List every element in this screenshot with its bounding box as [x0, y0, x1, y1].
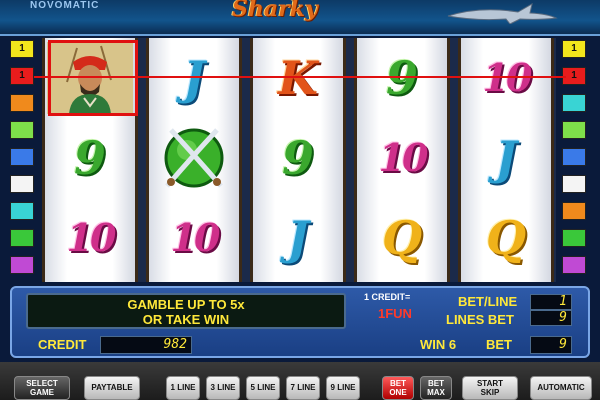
payline-indicator-left-6 [10, 175, 34, 193]
automatic-button[interactable]: AUTOMATIC [530, 376, 592, 400]
select-game-button[interactable]: SELECT GAME [14, 376, 70, 400]
skip-label: SKIP [480, 388, 500, 397]
symbol-glyph: 10 [482, 55, 533, 100]
symbol-9: 9 [357, 40, 447, 116]
payline-indicator-right-1: 1 [562, 40, 586, 58]
payline-indicator-left-3 [10, 94, 34, 112]
paytable-button[interactable]: PAYTABLE [84, 376, 140, 400]
line-7-button[interactable]: 7 LINE [286, 376, 320, 400]
symbol-glyph: 10 [378, 135, 429, 180]
credit-value: 982 [100, 336, 192, 354]
payline-indicator-left-9 [10, 256, 34, 274]
start-label: START [476, 379, 504, 388]
bet-value: 9 [530, 336, 572, 354]
symbol-j: J [253, 200, 343, 276]
credit-rate: 1 CREDIT= [364, 292, 411, 302]
info-panel: GAMBLE UP TO 5x OR TAKE WIN 1 CREDIT= 1F… [10, 286, 590, 358]
shark-icon [447, 3, 558, 24]
denomination: 1FUN [378, 306, 412, 321]
line-3-label: 3 LINE [210, 383, 236, 392]
symbol-q: Q [461, 200, 551, 276]
symbol-9: 9 [45, 120, 135, 196]
bet-per-line-label: BET/LINE [458, 294, 518, 309]
payline-indicator-left-4 [10, 121, 34, 139]
symbol-9: 9 [253, 120, 343, 196]
symbol-10: 10 [149, 200, 239, 276]
line-3-button[interactable]: 3 LINE [206, 376, 240, 400]
game-logo: Sharky [232, 0, 318, 22]
symbol-glyph: J [495, 131, 517, 185]
payline-indicator-left-1: 1 [10, 40, 34, 58]
payline-indicator-right-3 [562, 94, 586, 112]
payline-indicator-right-7 [562, 202, 586, 220]
payline-indicator-left-2: 1 [10, 67, 34, 85]
bet-max-label-1: BET [428, 379, 444, 388]
winning-symbol-frame [48, 40, 138, 116]
line-9-label: 9 LINE [330, 383, 356, 392]
select-game-label-2: GAME [30, 388, 54, 397]
symbol-glyph: 10 [66, 215, 117, 260]
symbol-glyph: 9 [385, 51, 418, 105]
bet-label: BET [486, 337, 512, 352]
bet-max-label-2: MAX [427, 388, 445, 397]
bet-one-button[interactable]: BET ONE [382, 376, 414, 400]
reel-5: 10 J Q [458, 38, 554, 282]
payline-indicator-right-9 [562, 256, 586, 274]
select-game-label-1: SELECT [26, 379, 58, 388]
symbol-glyph: K [278, 51, 318, 105]
top-banner: NOVOMATIC Sharky [0, 0, 600, 36]
lines-value: 9 [530, 310, 572, 326]
symbol-glyph: 10 [170, 215, 221, 260]
payline-indicators-left: 11 [10, 40, 36, 283]
symbol-q: Q [357, 200, 447, 276]
message-line-1: GAMBLE UP TO 5x [127, 297, 245, 312]
symbol-glyph: J [183, 51, 205, 105]
line-5-button[interactable]: 5 LINE [246, 376, 280, 400]
reel-4: 9 10 Q [354, 38, 450, 282]
payline-indicator-left-8 [10, 229, 34, 247]
payline-indicator-left-7 [10, 202, 34, 220]
crossed-swords-symbol [149, 120, 239, 196]
symbol-k: K [253, 40, 343, 116]
bet-one-label-2: ONE [389, 388, 407, 397]
line-9-button[interactable]: 9 LINE [326, 376, 360, 400]
bet-per-line-value: 1 [530, 294, 572, 310]
symbol-glyph: 9 [73, 131, 106, 185]
line-1-button[interactable]: 1 LINE [166, 376, 200, 400]
control-buttons: SELECT GAME PAYTABLE 1 LINE 3 LINE 5 LIN… [0, 362, 600, 400]
credit-label: CREDIT [38, 337, 87, 352]
line-1-label: 1 LINE [170, 383, 196, 392]
brand-mark: NOVOMATIC [30, 0, 100, 11]
payline-indicator-right-5 [562, 148, 586, 166]
line-5-label: 5 LINE [250, 383, 276, 392]
payline-indicator-right-6 [562, 175, 586, 193]
win-label: WIN 6 [420, 337, 457, 352]
symbol-glyph: 9 [281, 131, 314, 185]
symbol-j: J [149, 40, 239, 116]
winning-payline [34, 76, 566, 78]
lines-bet-label: LINES BET [446, 312, 514, 327]
symbol-glyph: J [287, 211, 309, 265]
reel-3: K 9 J [250, 38, 346, 282]
bet-max-button[interactable]: BET MAX [420, 376, 452, 400]
automatic-label: AUTOMATIC [537, 383, 585, 392]
start-skip-button[interactable]: START SKIP [462, 376, 518, 400]
symbol-glyph: Q [485, 211, 527, 265]
symbol-10: 10 [45, 200, 135, 276]
payline-indicator-left-5 [10, 148, 34, 166]
payline-indicator-right-8 [562, 229, 586, 247]
paytable-label: PAYTABLE [91, 383, 133, 392]
symbol-10: 10 [461, 40, 551, 116]
message-display: GAMBLE UP TO 5x OR TAKE WIN [26, 293, 346, 329]
reel-2: J 10 [146, 38, 242, 282]
symbol-j: J [461, 120, 551, 196]
payline-indicator-right-4 [562, 121, 586, 139]
message-line-2: OR TAKE WIN [142, 312, 230, 327]
symbol-10: 10 [357, 120, 447, 196]
symbol-glyph: Q [381, 211, 423, 265]
bet-one-label-1: BET [390, 379, 406, 388]
line-7-label: 7 LINE [290, 383, 316, 392]
